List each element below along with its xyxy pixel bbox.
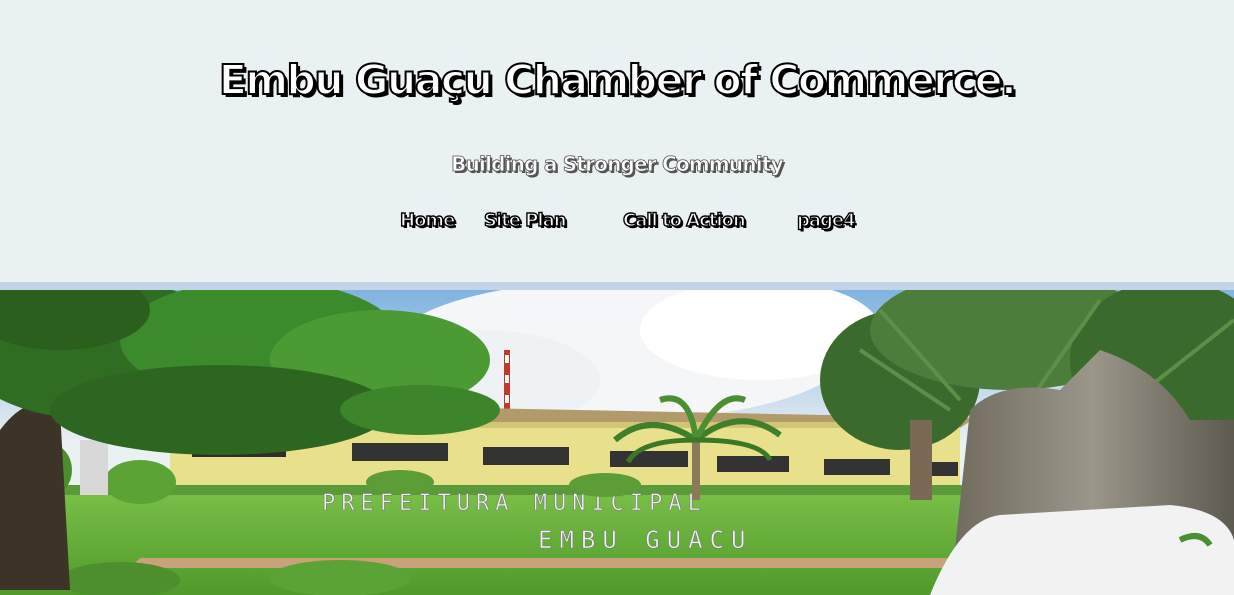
hero-image: PREFEITURA MUNICIPAL EMBU GUACU — [0, 290, 1234, 595]
hero-photo: PREFEITURA MUNICIPAL EMBU GUACU — [0, 290, 1234, 595]
main-nav: Home Site Plan Call to Action page4 — [0, 209, 1234, 236]
header-divider — [0, 282, 1234, 290]
site-header: Embu Guaçu Chamber of Commerce. Building… — [0, 0, 1234, 282]
sign-line1: PREFEITURA MUNICIPAL — [322, 491, 707, 516]
sign-line2: EMBU GUACU — [538, 526, 753, 554]
nav-site-plan[interactable]: Site Plan — [483, 209, 567, 231]
nav-home[interactable]: Home — [399, 209, 456, 231]
nav-page4[interactable]: page4 — [796, 209, 856, 231]
nav-call-to-action[interactable]: Call to Action — [622, 209, 746, 231]
site-tagline: Building a Stronger Community — [451, 152, 784, 177]
site-title: Embu Guaçu Chamber of Commerce. — [218, 55, 1018, 105]
antenna-tower — [504, 350, 510, 410]
